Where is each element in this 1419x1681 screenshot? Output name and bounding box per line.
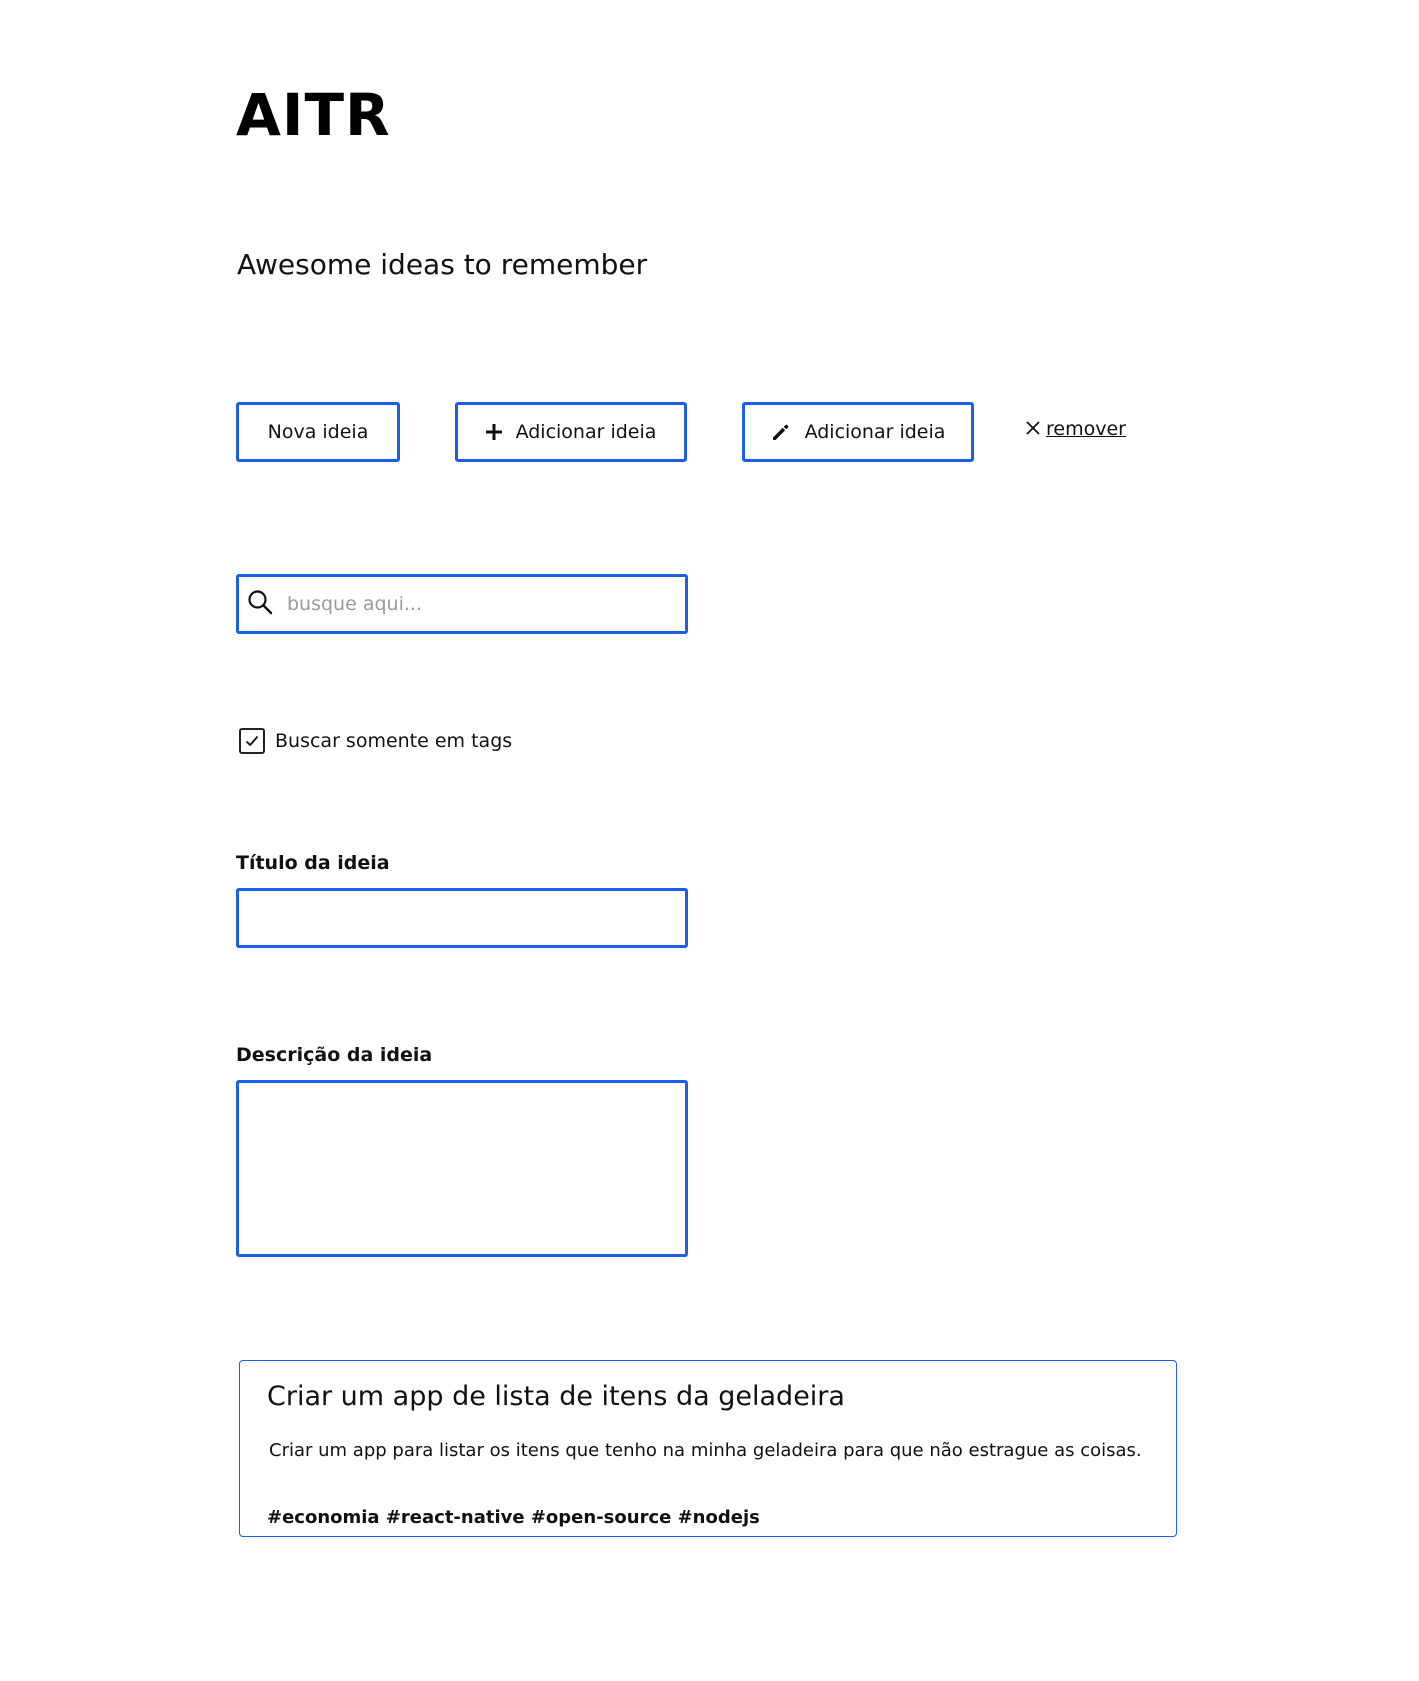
tags-only-checkbox[interactable] bbox=[239, 728, 265, 754]
search-box[interactable] bbox=[236, 574, 688, 634]
add-idea-button-label: Adicionar ideia bbox=[515, 421, 657, 443]
edit-idea-button[interactable]: Adicionar ideia bbox=[742, 402, 974, 462]
app-subtitle: Awesome ideas to remember bbox=[237, 248, 648, 281]
idea-card-tags: #economia #react-native #open-source #no… bbox=[267, 1507, 760, 1528]
idea-title-input[interactable] bbox=[236, 888, 688, 948]
search-input[interactable] bbox=[285, 592, 649, 616]
pencil-icon bbox=[771, 422, 791, 442]
tags-only-filter[interactable]: Buscar somente em tags bbox=[239, 728, 512, 754]
idea-card-title: Criar um app de lista de itens da gelade… bbox=[267, 1381, 845, 1412]
tags-only-label: Buscar somente em tags bbox=[275, 730, 513, 752]
idea-title-label: Título da ideia bbox=[236, 852, 390, 874]
add-idea-button[interactable]: Adicionar ideia bbox=[455, 402, 687, 462]
search-icon bbox=[247, 589, 273, 619]
idea-description-label: Descrição da ideia bbox=[236, 1044, 433, 1066]
remove-link-label: remover bbox=[1046, 418, 1126, 440]
edit-idea-button-label: Adicionar ideia bbox=[804, 421, 946, 443]
app-title: AITR bbox=[236, 81, 391, 149]
close-icon bbox=[1026, 418, 1040, 440]
new-idea-button[interactable]: Nova ideia bbox=[236, 402, 400, 462]
checkmark-icon bbox=[245, 735, 259, 746]
new-idea-button-label: Nova ideia bbox=[267, 421, 369, 443]
remove-link[interactable]: remover bbox=[1026, 418, 1126, 440]
idea-card-description: Criar um app para listar os itens que te… bbox=[269, 1440, 1142, 1461]
idea-description-input[interactable] bbox=[236, 1080, 688, 1257]
plus-icon bbox=[485, 424, 502, 440]
idea-card[interactable]: Criar um app de lista de itens da gelade… bbox=[239, 1360, 1177, 1537]
